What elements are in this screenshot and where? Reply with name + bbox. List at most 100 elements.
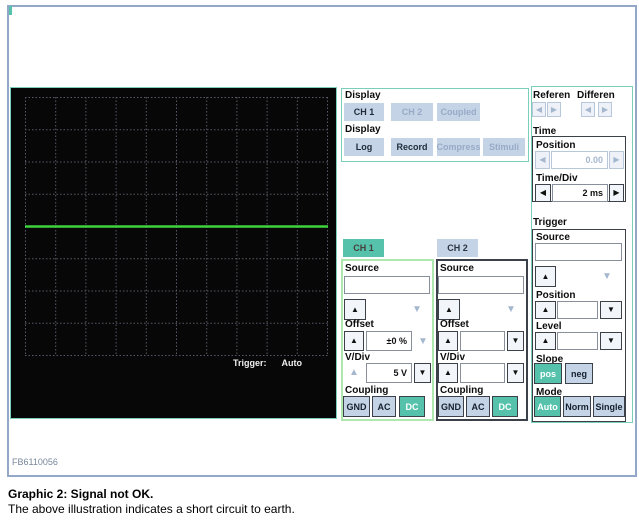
up-arrow-icon: ▲ xyxy=(444,369,452,377)
ch1-source-up-button[interactable]: ▲ xyxy=(344,299,366,320)
right-arrow-icon: ▶ xyxy=(613,189,619,197)
ch1-offset-down-button: ▼ xyxy=(415,335,431,349)
down-arrow-icon: ▼ xyxy=(607,337,615,345)
down-arrow-icon: ▼ xyxy=(512,337,520,345)
trigger-groupbox: Source ▲ ▼ Position ▲ ▼ Level ▲ ▼ Slope … xyxy=(532,229,626,422)
slope-neg-button[interactable]: neg xyxy=(565,363,593,384)
time-position-decrement-button: ◀ xyxy=(535,151,550,169)
ch2-offset-field[interactable] xyxy=(460,331,505,351)
display-section-title-2: Display xyxy=(345,124,381,135)
trigger-source-up-button[interactable]: ▲ xyxy=(535,266,556,287)
ch2-source-down-button: ▼ xyxy=(501,303,521,317)
time-position-increment-button: ▶ xyxy=(609,151,624,169)
time-div-field[interactable]: 2 ms xyxy=(552,184,608,202)
display-ch1-button[interactable]: CH 1 xyxy=(344,103,384,121)
log-button[interactable]: Log xyxy=(344,138,384,156)
trigger-position-up-button[interactable]: ▲ xyxy=(535,301,556,319)
trigger-source-down-button: ▼ xyxy=(597,270,617,284)
left-arrow-icon: ◀ xyxy=(585,106,591,114)
time-position-label: Position xyxy=(536,140,575,151)
ch2-dc-button[interactable]: DC xyxy=(492,396,518,417)
ch1-vdiv-down-button[interactable]: ▼ xyxy=(414,363,431,383)
down-arrow-icon: ▼ xyxy=(412,305,422,315)
ch1-ac-button[interactable]: AC xyxy=(372,396,396,417)
ch2-vdiv-label: V/Div xyxy=(440,352,465,363)
up-arrow-icon: ▲ xyxy=(351,306,359,314)
time-div-decrement-button[interactable]: ◀ xyxy=(535,184,551,202)
ch2-offset-up-button[interactable]: ▲ xyxy=(438,331,458,351)
ch1-coupling-label: Coupling xyxy=(345,385,388,396)
trigger-level-label: Level xyxy=(536,321,562,332)
ch1-offset-field[interactable]: ±0 % xyxy=(366,331,412,351)
left-arrow-icon: ◀ xyxy=(540,189,546,197)
time-position-field: 0.00 xyxy=(551,151,608,169)
trigger-level-up-button[interactable]: ▲ xyxy=(535,332,556,350)
trigger-position-down-button[interactable]: ▼ xyxy=(600,301,622,319)
ch1-offset-label: Offset xyxy=(345,319,374,330)
record-button[interactable]: Record xyxy=(391,138,433,156)
tab-ch1[interactable]: CH 1 xyxy=(343,239,384,257)
ch1-source-down-button: ▼ xyxy=(407,303,427,317)
trigger-position-field[interactable] xyxy=(557,301,598,319)
scope-display: Trigger: Auto xyxy=(10,87,337,419)
trigger-level-field[interactable] xyxy=(557,332,598,350)
ch1-source-field[interactable] xyxy=(344,276,430,294)
ch2-coupling-label: Coupling xyxy=(440,385,483,396)
ch1-vdiv-field[interactable]: 5 V xyxy=(366,363,412,383)
differen-next-button: ▶ xyxy=(598,102,612,117)
ch2-ac-button[interactable]: AC xyxy=(466,396,490,417)
ch2-offset-label: Offset xyxy=(440,319,469,330)
scope-grid xyxy=(25,97,328,356)
time-trigger-panel: Referen Differen ◀ ▶ ◀ ▶ Time Position ◀… xyxy=(531,86,633,423)
ch1-source-label: Source xyxy=(345,263,379,274)
mode-norm-button[interactable]: Norm xyxy=(563,396,591,417)
ch2-vdiv-down-button[interactable]: ▼ xyxy=(507,363,524,383)
up-arrow-icon: ▲ xyxy=(445,306,453,314)
trigger-level-down-button[interactable]: ▼ xyxy=(600,332,622,350)
caption-body: The above illustration indicates a short… xyxy=(8,502,295,516)
time-div-increment-button[interactable]: ▶ xyxy=(609,184,624,202)
ch2-source-up-button[interactable]: ▲ xyxy=(438,299,460,320)
time-div-label: Time/Div xyxy=(536,173,578,184)
down-arrow-icon: ▼ xyxy=(512,369,520,377)
trigger-status-label: Trigger: xyxy=(233,358,267,368)
stimuli-button: Stimuli xyxy=(483,138,525,156)
slope-pos-button[interactable]: pos xyxy=(534,363,562,384)
ch2-gnd-button[interactable]: GND xyxy=(438,396,464,417)
down-arrow-icon: ▼ xyxy=(607,306,615,314)
ch1-gnd-button[interactable]: GND xyxy=(343,396,370,417)
right-arrow-icon: ▶ xyxy=(602,106,608,114)
right-arrow-icon: ▶ xyxy=(613,156,619,164)
ch2-vdiv-field[interactable] xyxy=(460,363,505,383)
ch1-vdiv-up-button: ▲ xyxy=(345,366,363,380)
ch1-panel: Source ▲ ▼ Offset ▲ ±0 % ▼ V/Div ▲ 5 V ▼… xyxy=(341,259,434,421)
down-arrow-icon: ▼ xyxy=(506,305,516,315)
ch2-panel: Source ▲ ▼ Offset ▲ ▼ V/Div ▲ ▼ Coupling… xyxy=(436,259,528,421)
trigger-source-label: Source xyxy=(536,232,570,243)
figure-code: FB6110056 xyxy=(12,457,58,467)
left-arrow-icon: ◀ xyxy=(539,156,545,164)
right-arrow-icon: ▶ xyxy=(551,106,557,114)
screenshot-root: Trigger: Auto Display CH 1 CH 2 Coupled … xyxy=(0,0,639,524)
ch2-vdiv-up-button[interactable]: ▲ xyxy=(438,363,458,383)
trigger-position-label: Position xyxy=(536,290,575,301)
tab-ch2[interactable]: CH 2 xyxy=(437,239,478,257)
up-arrow-icon: ▲ xyxy=(542,337,550,345)
mode-single-button[interactable]: Single xyxy=(593,396,625,417)
up-arrow-icon: ▲ xyxy=(349,368,359,378)
trigger-section-title: Trigger xyxy=(533,217,567,228)
referen-next-button: ▶ xyxy=(547,102,561,117)
mode-auto-button[interactable]: Auto xyxy=(534,396,561,417)
display-coupled-button: Coupled xyxy=(437,103,480,121)
ch2-offset-down-button[interactable]: ▼ xyxy=(507,331,524,351)
ch1-offset-up-button[interactable]: ▲ xyxy=(344,331,364,351)
ch2-source-field[interactable] xyxy=(438,276,524,294)
caption-title: Graphic 2: Signal not OK. xyxy=(8,487,153,501)
ch1-dc-button[interactable]: DC xyxy=(399,396,425,417)
display-ch2-button: CH 2 xyxy=(391,103,433,121)
up-arrow-icon: ▲ xyxy=(542,273,550,281)
differen-label: Differen xyxy=(577,90,615,101)
differen-prev-button: ◀ xyxy=(581,102,595,117)
trigger-source-field[interactable] xyxy=(535,243,622,261)
up-arrow-icon: ▲ xyxy=(542,306,550,314)
